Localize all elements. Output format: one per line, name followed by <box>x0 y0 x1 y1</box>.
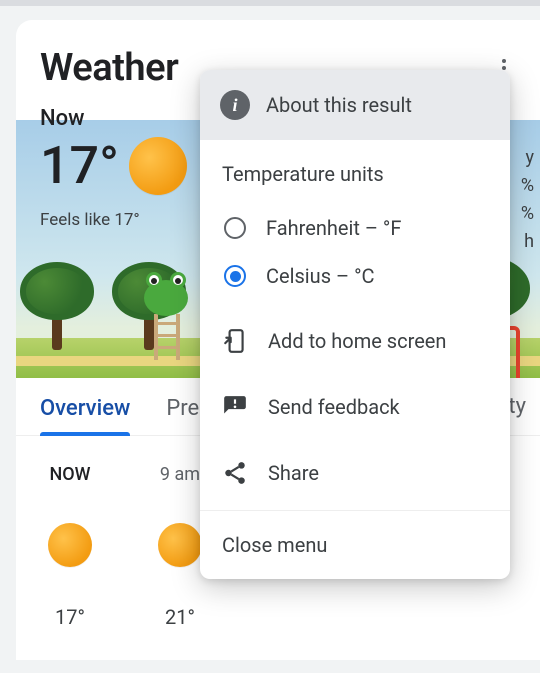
menu-item-label: Share <box>268 461 319 485</box>
share-icon <box>222 460 248 486</box>
unit-celsius[interactable]: Celsius – °C <box>222 252 488 300</box>
hour-label: NOW <box>49 464 90 485</box>
info-icon: i <box>220 90 250 120</box>
unit-fahrenheit[interactable]: Fahrenheit – °F <box>222 204 488 252</box>
current-temperature: 17° <box>40 135 119 196</box>
feedback-icon <box>222 394 248 420</box>
tab-partial-right[interactable]: ty <box>508 394 526 419</box>
hour-temp: 17° <box>55 605 85 629</box>
page-title: Weather <box>40 46 178 90</box>
sunny-icon <box>48 523 92 567</box>
sunny-icon <box>129 137 187 195</box>
menu-item-label: Add to home screen <box>268 329 446 353</box>
menu-close[interactable]: Close menu <box>200 511 510 579</box>
tree-graphic <box>20 262 94 350</box>
hour-label: 9 am <box>160 464 200 485</box>
overflow-menu: i About this result Temperature units Fa… <box>200 70 510 579</box>
menu-about-label: About this result <box>266 93 412 117</box>
details-peek: y % % h <box>521 144 534 256</box>
menu-send-feedback[interactable]: Send feedback <box>200 374 510 440</box>
radio-checked-icon <box>224 265 246 287</box>
menu-about-row[interactable]: i About this result <box>200 70 510 140</box>
menu-add-home-screen[interactable]: Add to home screen <box>200 308 510 374</box>
unit-label: Celsius – °C <box>266 264 375 288</box>
status-bar <box>0 0 540 6</box>
sunny-icon <box>158 523 202 567</box>
add-to-home-icon <box>222 328 248 354</box>
menu-share[interactable]: Share <box>200 440 510 506</box>
hour-column: NOW 17° <box>40 464 100 629</box>
frog-graphic <box>136 280 196 340</box>
tab-overview[interactable]: Overview <box>40 396 130 435</box>
tab-precipitation[interactable]: Pre <box>166 396 199 435</box>
temperature-units-section: Temperature units Fahrenheit – °F Celsiu… <box>200 140 510 308</box>
radio-unchecked-icon <box>224 217 246 239</box>
unit-label: Fahrenheit – °F <box>266 216 401 240</box>
units-heading: Temperature units <box>222 162 488 186</box>
menu-item-label: Send feedback <box>268 395 400 419</box>
hour-temp: 21° <box>165 605 195 629</box>
